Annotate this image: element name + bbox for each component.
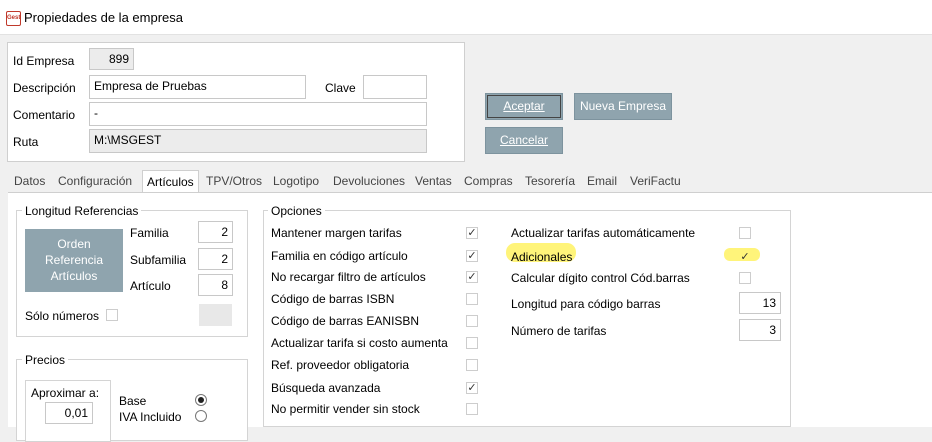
familia-label: Familia bbox=[130, 226, 169, 240]
opcion-label: Búsqueda avanzada bbox=[271, 381, 381, 395]
opcion-checkbox[interactable] bbox=[466, 293, 478, 305]
iva-incluido-radio[interactable] bbox=[195, 410, 207, 422]
tab-tesoreria[interactable]: Tesorería bbox=[525, 174, 575, 188]
opcion-label: Calcular dígito control Cód.barras bbox=[511, 271, 690, 285]
comentario-label: Comentario bbox=[13, 108, 76, 122]
articulo-field[interactable]: 8 bbox=[198, 274, 233, 296]
opcion-label: Código de barras ISBN bbox=[271, 292, 395, 306]
id-empresa-field: 899 bbox=[89, 48, 134, 70]
opcion-checkbox[interactable] bbox=[466, 337, 478, 349]
tab-ventas[interactable]: Ventas bbox=[415, 174, 452, 188]
longitud-codigo-barras-field[interactable]: 13 bbox=[739, 292, 781, 314]
orden-label-1: Orden bbox=[57, 237, 91, 251]
opciones-title: Opciones bbox=[268, 204, 325, 218]
subfamilia-field[interactable]: 2 bbox=[198, 248, 233, 270]
aceptar-button[interactable]: Aceptar bbox=[485, 93, 563, 120]
clave-label: Clave bbox=[325, 81, 356, 95]
base-label: Base bbox=[119, 394, 147, 408]
opcion-checkbox[interactable] bbox=[466, 403, 478, 415]
longitud-referencias-title: Longitud Referencias bbox=[22, 204, 142, 218]
tab-datos[interactable]: Datos bbox=[14, 174, 45, 188]
opcion-checkbox[interactable] bbox=[466, 359, 478, 371]
tab-email[interactable]: Email bbox=[587, 174, 617, 188]
precios-title: Precios bbox=[22, 353, 69, 367]
tab-logotipo[interactable]: Logotipo bbox=[273, 174, 319, 188]
app-icon: Gest bbox=[6, 11, 21, 26]
tab-configuracion[interactable]: Configuración bbox=[58, 174, 132, 188]
descripcion-field[interactable]: Empresa de Pruebas bbox=[89, 75, 306, 99]
tab-compras[interactable]: Compras bbox=[464, 174, 513, 188]
clave-field[interactable] bbox=[363, 75, 427, 99]
solo-numeros-label: Sólo números bbox=[25, 309, 100, 323]
opcion-checkbox[interactable] bbox=[739, 272, 751, 284]
opcion-label: No permitir vender sin stock bbox=[271, 402, 420, 416]
articulo-label: Artículo bbox=[130, 279, 171, 293]
numero-tarifas-label: Número de tarifas bbox=[511, 324, 607, 338]
window-title: Propiedades de la empresa bbox=[24, 10, 183, 25]
opcion-checkbox[interactable]: ✓ bbox=[739, 251, 751, 263]
opcion-checkbox[interactable]: ✓ bbox=[466, 227, 478, 239]
title-bar: Gest Propiedades de la empresa bbox=[0, 0, 932, 35]
cancelar-label: Cancelar bbox=[499, 133, 549, 147]
opcion-checkbox[interactable]: ✓ bbox=[466, 271, 478, 283]
cancelar-button[interactable]: Cancelar bbox=[485, 127, 563, 154]
opcion-label: No recargar filtro de artículos bbox=[271, 270, 426, 284]
subfamilia-label: Subfamilia bbox=[130, 253, 187, 267]
tab-devoluciones[interactable]: Devoluciones bbox=[333, 174, 405, 188]
tab-tpv-otros[interactable]: TPV/Otros bbox=[206, 174, 262, 188]
orden-referencia-button[interactable]: Orden Referencia Artículos bbox=[25, 229, 123, 292]
aproximar-label: Aproximar a: bbox=[31, 386, 100, 400]
opcion-label: Adicionales bbox=[511, 250, 573, 264]
id-empresa-label: Id Empresa bbox=[13, 54, 75, 68]
solo-numeros-disabled-field bbox=[199, 304, 232, 326]
opcion-label: Actualizar tarifa si costo aumenta bbox=[271, 336, 448, 350]
descripcion-label: Descripción bbox=[13, 81, 76, 95]
aproximar-field[interactable]: 0,01 bbox=[45, 402, 93, 424]
nueva-empresa-button[interactable]: Nueva Empresa bbox=[574, 93, 672, 120]
opcion-checkbox[interactable] bbox=[739, 227, 751, 239]
opcion-label: Ref. proveedor obligatoria bbox=[271, 358, 410, 372]
opcion-checkbox[interactable]: ✓ bbox=[466, 382, 478, 394]
longitud-codigo-barras-label: Longitud para código barras bbox=[511, 297, 661, 311]
comentario-field[interactable]: - bbox=[89, 102, 427, 126]
orden-label-2: Referencia bbox=[44, 253, 104, 267]
numero-tarifas-field[interactable]: 3 bbox=[739, 319, 781, 341]
solo-numeros-checkbox[interactable] bbox=[106, 309, 118, 321]
opcion-label: Actualizar tarifas automáticamente bbox=[511, 226, 696, 240]
opcion-checkbox[interactable] bbox=[466, 315, 478, 327]
opcion-label: Familia en código artículo bbox=[271, 249, 408, 263]
opcion-label: Código de barras EANISBN bbox=[271, 314, 420, 328]
tab-verifactu[interactable]: VeriFactu bbox=[630, 174, 681, 188]
base-radio[interactable] bbox=[195, 394, 207, 406]
familia-field[interactable]: 2 bbox=[198, 221, 233, 243]
opcion-label: Mantener margen tarifas bbox=[271, 226, 402, 240]
opcion-checkbox[interactable]: ✓ bbox=[466, 250, 478, 262]
aceptar-label: Aceptar bbox=[503, 99, 545, 113]
ruta-label: Ruta bbox=[13, 135, 39, 149]
orden-label-3: Artículos bbox=[50, 269, 98, 283]
tab-articulos[interactable]: Artículos bbox=[142, 170, 199, 192]
iva-incluido-label: IVA Incluido bbox=[119, 410, 182, 424]
ruta-field: M:\MSGEST bbox=[89, 129, 427, 153]
